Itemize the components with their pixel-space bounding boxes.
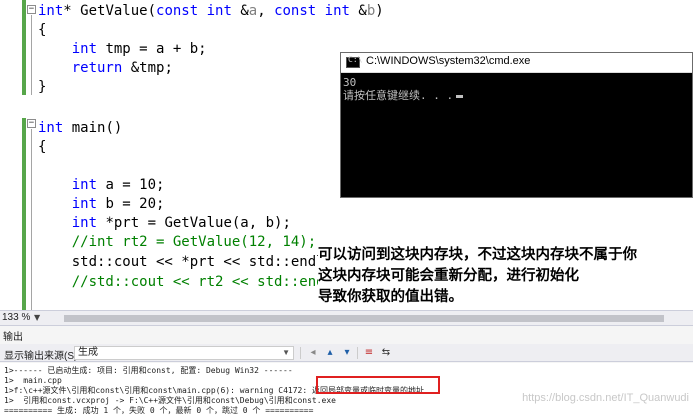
collapse-getvalue-icon[interactable]: − bbox=[27, 5, 36, 14]
collapse-main-icon[interactable]: − bbox=[27, 119, 36, 128]
output-panel-title: 输出 bbox=[3, 332, 23, 343]
code-keyword: return bbox=[71, 60, 123, 76]
toolbar-separator bbox=[300, 347, 301, 359]
source-value: 生成 bbox=[78, 347, 98, 358]
fold-guide bbox=[31, 129, 32, 310]
editor-status-bar: 133 % ▼ bbox=[0, 310, 693, 326]
code-line[interactable]: int b = 20; bbox=[38, 195, 165, 214]
code-keyword: int bbox=[71, 215, 98, 231]
code-token: } bbox=[38, 79, 47, 95]
code-token: tmp = a + b; bbox=[97, 41, 207, 57]
code-line[interactable]: //int rt2 = GetValue(12, 14); bbox=[38, 233, 316, 252]
chevron-down-icon: ▼ bbox=[282, 348, 290, 357]
cursor-icon bbox=[456, 95, 464, 98]
code-token: b bbox=[366, 3, 376, 19]
fold-guide bbox=[31, 15, 32, 95]
cmd-titlebar[interactable]: C:\ C:\WINDOWS\system32\cmd.exe bbox=[341, 53, 692, 73]
output-line: ========== 生成: 成功 1 个，失败 0 个，最新 0 个，跳过 0… bbox=[4, 406, 314, 415]
cmd-console[interactable]: 30 请按任意键继续. . . bbox=[341, 73, 692, 105]
chevron-down-icon[interactable]: ▼ bbox=[34, 311, 40, 325]
output-source-select[interactable]: 生成 ▼ bbox=[74, 346, 294, 360]
code-keyword: const bbox=[156, 3, 199, 19]
code-token: { bbox=[38, 139, 47, 155]
code-keyword: const bbox=[274, 3, 317, 19]
code-line[interactable]: int main() bbox=[38, 119, 122, 138]
cmd-title: C:\WINDOWS\system32\cmd.exe bbox=[366, 55, 531, 67]
code-token: main() bbox=[63, 120, 123, 136]
code-token: * GetValue( bbox=[63, 3, 157, 19]
code-line[interactable]: int a = 10; bbox=[38, 176, 165, 195]
cmd-window[interactable]: C:\ C:\WINDOWS\system32\cmd.exe 30 请按任意键… bbox=[340, 52, 693, 198]
code-line[interactable]: } bbox=[38, 78, 46, 97]
code-token: & bbox=[231, 3, 249, 19]
horizontal-scrollbar[interactable] bbox=[64, 315, 664, 322]
code-token: std::cout << *prt << std::endl; bbox=[38, 254, 334, 270]
code-token: a = 10; bbox=[97, 177, 165, 193]
zoom-level[interactable]: 133 % bbox=[2, 311, 30, 325]
change-indicator-bar bbox=[22, 0, 26, 95]
word-wrap-icon[interactable]: ⇆ bbox=[380, 347, 392, 359]
code-token: , bbox=[257, 3, 275, 19]
source-label: 显示输出来源(S): bbox=[4, 351, 81, 362]
cmd-output-line: 30 bbox=[343, 76, 357, 89]
code-line[interactable]: //std::cout << rt2 << std::endl; bbox=[38, 273, 342, 292]
code-token: &tmp; bbox=[122, 60, 173, 76]
cmd-output-line: 请按任意键继续. . . bbox=[343, 89, 454, 102]
clear-all-icon[interactable]: ≡ bbox=[363, 347, 375, 359]
toolbar-separator bbox=[357, 347, 358, 359]
go-to-previous-icon[interactable]: ◂ bbox=[307, 347, 319, 359]
code-line[interactable]: { bbox=[38, 21, 46, 40]
warning-highlight-box bbox=[316, 376, 440, 394]
output-toolbar: 显示输出来源(S): 生成 ▼ ◂ ▴ ▾ ≡ ⇆ bbox=[0, 344, 693, 362]
code-keyword: int bbox=[324, 3, 350, 19]
code-line[interactable]: return &tmp; bbox=[38, 59, 173, 78]
annotation-line: 这块内存块可能会重新分配，进行初始化 bbox=[318, 267, 579, 284]
code-token: *prt = GetValue(a, b); bbox=[97, 215, 291, 231]
code-comment: //std::cout << rt2 << std::endl; bbox=[71, 274, 342, 290]
code-keyword: int bbox=[38, 120, 64, 136]
go-to-previous-message-icon[interactable]: ▾ bbox=[341, 347, 353, 359]
annotation-line: 可以访问到这块内存块，不过这块内存块不属于你 bbox=[318, 246, 637, 263]
annotation-text: 可以访问到这块内存块，不过这块内存块不属于你 这块内存块可能会重新分配，进行初始… bbox=[318, 244, 693, 307]
code-line[interactable]: std::cout << *prt << std::endl; bbox=[38, 253, 333, 272]
code-token: a bbox=[248, 3, 258, 19]
code-token: { bbox=[38, 22, 47, 38]
output-line: 1>------ 已启动生成: 项目: 引用和const, 配置: Debug … bbox=[4, 366, 293, 375]
code-line[interactable]: int tmp = a + b; bbox=[38, 40, 207, 59]
cmd-app-icon: C:\ bbox=[346, 55, 362, 68]
code-token: & bbox=[349, 3, 367, 19]
editor-gutter bbox=[0, 0, 24, 310]
code-keyword: int bbox=[71, 196, 98, 212]
code-token: b = 20; bbox=[97, 196, 165, 212]
code-line[interactable]: { bbox=[38, 138, 46, 157]
code-keyword: int bbox=[71, 41, 98, 57]
change-indicator-bar bbox=[22, 118, 26, 310]
output-line: 1> 引用和const.vcxproj -> F:\C++源文件\引用和cons… bbox=[4, 396, 337, 405]
code-token: ) bbox=[375, 3, 384, 19]
code-keyword: int bbox=[206, 3, 232, 19]
code-line[interactable]: int* GetValue(const int &a, const int &b… bbox=[38, 2, 384, 21]
code-line[interactable]: int *prt = GetValue(a, b); bbox=[38, 214, 291, 233]
code-keyword: int bbox=[38, 3, 64, 19]
watermark: https://blog.csdn.net/IT_Quanwudi bbox=[522, 392, 689, 404]
output-line: 1> main.cpp bbox=[4, 376, 62, 385]
code-comment: //int rt2 = GetValue(12, 14); bbox=[71, 234, 317, 250]
annotation-line: 导致你获取的值出错。 bbox=[318, 288, 463, 305]
code-keyword: int bbox=[71, 177, 98, 193]
go-to-next-message-icon[interactable]: ▴ bbox=[324, 347, 336, 359]
